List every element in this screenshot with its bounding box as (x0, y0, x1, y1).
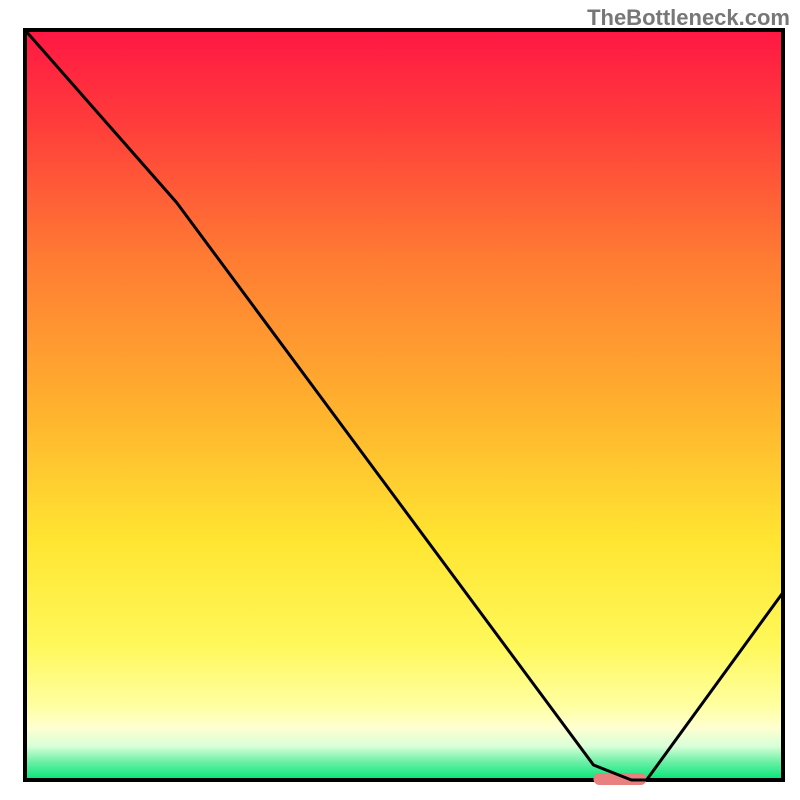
chart-svg (0, 0, 800, 800)
bottleneck-chart: TheBottleneck.com (0, 0, 800, 800)
watermark-text: TheBottleneck.com (587, 5, 790, 31)
plot-background (25, 30, 783, 780)
